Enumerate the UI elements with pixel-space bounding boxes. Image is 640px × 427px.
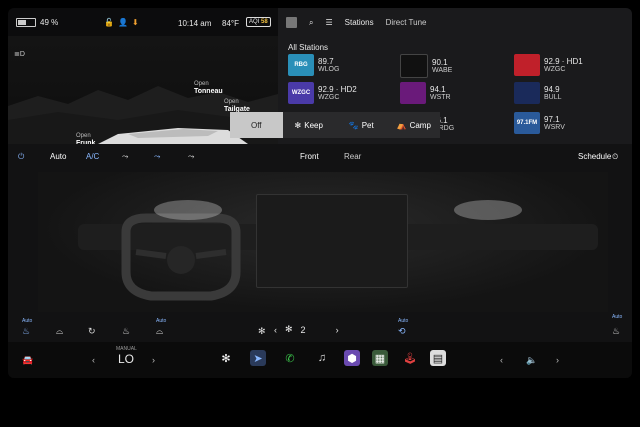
power-icon[interactable]: ⏻: [18, 152, 24, 162]
download-icon[interactable]: ⬇: [132, 18, 139, 27]
station-logo: [514, 82, 540, 104]
phone-app-icon[interactable]: ✆: [282, 350, 298, 366]
passenger-seat-auto-label: Auto: [612, 314, 623, 320]
fan-app-icon[interactable]: ✻: [218, 350, 234, 366]
station-logo: RBG: [288, 54, 314, 76]
airflow-face-icon[interactable]: ⤳: [122, 152, 128, 162]
mode-pet-button[interactable]: 🐾 Pet: [335, 112, 388, 138]
station-item[interactable]: 94.1 WSTR: [400, 82, 451, 104]
mode-camp-button[interactable]: ⛺ Camp: [387, 112, 440, 138]
station-item[interactable]: 94.9 BULL: [514, 82, 562, 104]
front-defrost-icon[interactable]: ⌓: [156, 326, 163, 337]
touchscreen: 49 % 🔓 👤 ⬇ 10:14 am 84°F AQI 58 ≣D Open …: [8, 8, 632, 378]
tab-direct-tune[interactable]: Direct Tune: [386, 18, 427, 27]
airflow-windshield-icon[interactable]: ⤳: [188, 152, 194, 162]
fan-speed-control: ‹ ✻ 2 ›: [274, 324, 339, 335]
steering-heat-icon[interactable]: ♨: [122, 326, 130, 337]
temp-increase-button[interactable]: ›: [152, 355, 155, 365]
station-item[interactable]: RBG 89.7 WLOG: [288, 54, 339, 76]
station-logo: [514, 54, 540, 76]
calendar-app-icon[interactable]: ▤: [430, 350, 446, 366]
climate-panel: ⏻ Auto A/C ⤳ ⤳ ⤳ Front Rear Schedule ⏲ A…: [8, 144, 632, 342]
battery-icon: [16, 18, 36, 27]
front-defrost-auto-label: Auto: [156, 318, 167, 324]
fan-icon: ✻: [285, 324, 293, 334]
car-icon[interactable]: 🚘: [22, 355, 33, 366]
headlight-icon[interactable]: ≣D: [14, 50, 25, 58]
seat-heater-icon[interactable]: ♨: [22, 326, 30, 337]
paw-icon: 🐾: [348, 120, 359, 130]
fan-auto-icon[interactable]: ✻: [258, 326, 266, 337]
outside-temperature: 84°F: [222, 19, 239, 28]
auto-button[interactable]: Auto: [50, 152, 66, 161]
radio-source-icon[interactable]: [286, 17, 297, 28]
fan-decrease-button[interactable]: ‹: [274, 325, 277, 335]
temp-decrease-button[interactable]: ‹: [92, 355, 95, 365]
recirc-auto-label: Auto: [398, 318, 409, 324]
driver-profile-icon[interactable]: 👤: [118, 18, 128, 27]
aqi-value: 58: [261, 19, 268, 25]
station-logo: [400, 54, 428, 78]
station-item[interactable]: 90.1 WABE: [400, 54, 452, 78]
airflow-feet-icon[interactable]: ⤳: [154, 152, 160, 162]
cabin-visualization: [38, 172, 608, 312]
aqi-badge[interactable]: AQI 58: [246, 17, 271, 27]
station-logo: [400, 82, 426, 104]
tab-rear[interactable]: Rear: [344, 152, 361, 161]
tab-front[interactable]: Front: [300, 152, 319, 161]
navigation-app-icon[interactable]: ➤: [250, 350, 266, 366]
climate-toolbar: ⏻ Auto A/C ⤳ ⤳ ⤳ Front Rear Schedule ⏲: [8, 144, 632, 170]
station-logo: WZGC: [288, 82, 314, 104]
battery-percent: 49 %: [40, 18, 59, 27]
battery-level-fill: [18, 20, 27, 25]
station-item[interactable]: WZGC 92.9 · HD2 WZGC: [288, 82, 357, 104]
station-logo: 97.1FM: [514, 112, 540, 134]
airflow-visualization: [154, 200, 522, 220]
clock: 10:14 am: [178, 19, 212, 28]
theater-app-icon[interactable]: ⬢: [344, 350, 360, 366]
mode-off-button[interactable]: Off: [230, 112, 283, 138]
mode-keep-button[interactable]: ✻ Keep: [282, 112, 335, 138]
climate-keeper-modes: Off ✻ Keep 🐾 Pet ⛺ Camp: [230, 112, 440, 138]
fan-increase-button[interactable]: ›: [336, 325, 339, 335]
fan-speed-value: 2: [300, 324, 306, 335]
volume-decrease-button[interactable]: ‹: [500, 355, 503, 365]
tent-icon: ⛺: [396, 120, 407, 130]
volume-increase-button[interactable]: ›: [556, 355, 559, 365]
schedule-icon[interactable]: ⏲: [612, 152, 618, 162]
joystick-app-icon[interactable]: 🕹: [402, 350, 418, 366]
passenger-seat-heater-icon[interactable]: ♨: [612, 326, 620, 337]
ac-button[interactable]: A/C: [86, 152, 99, 161]
driver-temperature[interactable]: LO: [118, 352, 134, 366]
station-item[interactable]: 92.9 · HD1 WZGC: [514, 54, 583, 76]
media-tabs: ⌕ ☰ Stations Direct Tune: [286, 17, 426, 28]
air-recirculation-icon[interactable]: ⟲: [398, 326, 406, 337]
lock-icon[interactable]: 🔓: [104, 18, 114, 27]
recirculate-icon[interactable]: ↻: [88, 326, 96, 337]
music-app-icon[interactable]: ♫: [314, 350, 330, 366]
tab-stations[interactable]: Stations: [345, 18, 374, 27]
status-bar: 49 % 🔓 👤 ⬇ 10:14 am 84°F AQI 58: [8, 8, 278, 36]
search-icon[interactable]: ⌕: [309, 18, 313, 28]
equalizer-icon[interactable]: ☰: [325, 18, 332, 27]
volume-icon[interactable]: 🔈: [526, 355, 537, 366]
aqi-label: AQI: [249, 19, 260, 25]
fan-icon: ✻: [294, 120, 302, 130]
section-title: All Stations: [288, 43, 329, 52]
station-item[interactable]: 97.1FM 97.1 WSRV: [514, 112, 565, 134]
climate-bottom-controls: Auto ♨ ⌓ ↻ ♨ Auto ⌓ ✻ ‹ ✻ 2 › Auto ⟲ Aut…: [8, 314, 632, 342]
bottom-dock: 🚘 ‹ MANUAL LO › ✻ ➤ ✆ ♫ ⬢ ▦ 🕹 ▤ ‹ 🔈 ›: [8, 342, 632, 378]
rear-defrost-icon[interactable]: ⌓: [56, 326, 63, 337]
seat-heat-auto-label: Auto: [22, 318, 33, 324]
battery-indicator[interactable]: 49 %: [16, 18, 58, 27]
open-tonneau-button[interactable]: Open Tonneau: [194, 80, 223, 96]
schedule-button[interactable]: Schedule: [578, 152, 611, 161]
arcade-app-icon[interactable]: ▦: [372, 350, 388, 366]
